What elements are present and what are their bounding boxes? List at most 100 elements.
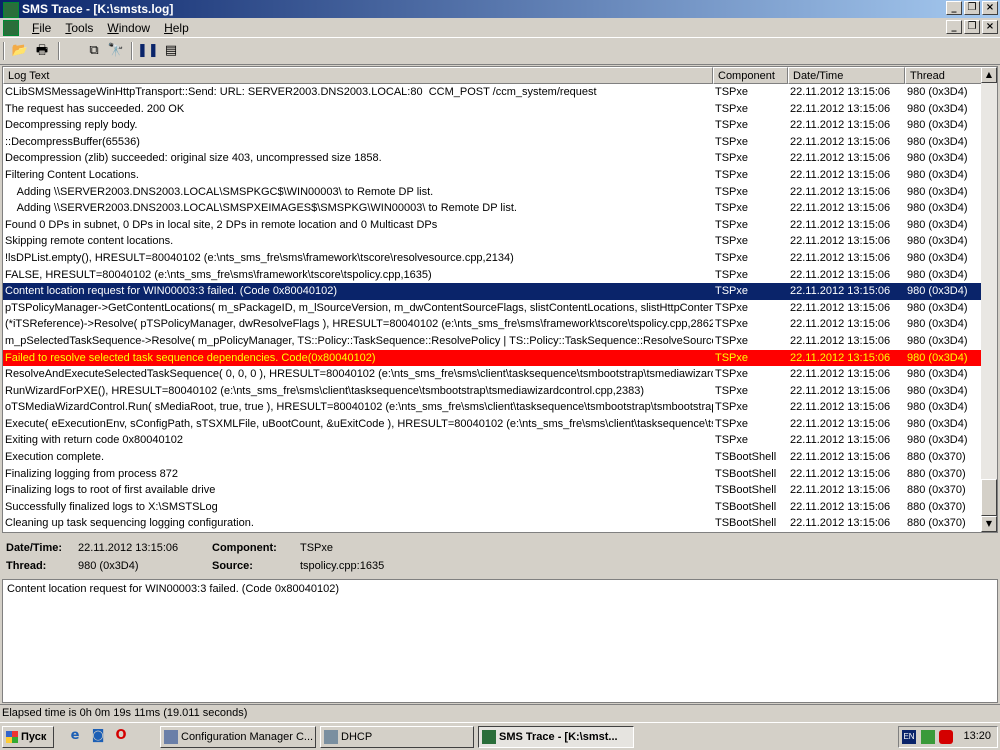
log-row[interactable]: CLibSMSMessageWinHttpTransport::Send: UR… [3,84,983,101]
language-indicator[interactable]: EN [902,730,916,744]
log-scrollbar[interactable]: ▲ ▼ [981,67,997,532]
log-row[interactable]: The request has succeeded. 200 OK TSPxe 22… [3,101,983,118]
component-cell: TSPxe [715,86,749,98]
component-cell: TSPxe [715,135,749,148]
log-text-cell: Filtering Content Locations. [5,168,139,181]
component-cell: TSPxe [715,152,749,165]
scroll-up-button[interactable]: ▲ [981,67,997,83]
log-row[interactable]: Decompressing reply body. TSPxe 22.11.2012… [3,117,983,134]
log-row[interactable]: Decompression (zlib) succeeded: original… [3,150,983,167]
log-row[interactable]: Successfully finalized logs to X:\SMSTSL… [3,499,983,516]
taskbar: Пуск e ◙ O Configuration Manager C... DH… [0,722,1000,750]
close-button[interactable]: × [982,1,998,15]
message-textbox[interactable]: Content location request for WIN00003:3 … [2,579,998,703]
clock[interactable]: 13:20 [963,730,991,742]
component-cell: TSPxe [715,351,749,364]
find-icon[interactable]: 🔭 [106,41,126,61]
antivirus-icon[interactable] [939,730,953,744]
log-text-cell: Content location request for WIN00003:3 … [5,285,338,298]
component-cell: TSPxe [715,251,749,264]
log-row[interactable]: Execute( eExecutionEnv, sConfigPath, sTS… [3,416,983,433]
minimize-button[interactable]: _ [946,1,962,15]
task-sms-trace[interactable]: SMS Trace - [K:\smst... [478,726,634,748]
component-cell: TSPxe [715,318,749,331]
column-log-text[interactable]: Log Text [3,67,713,84]
log-text-cell: m_pSelectedTaskSequence->Resolve( m_pPol… [5,334,713,347]
task-dhcp[interactable]: DHCP [320,726,474,748]
column-datetime[interactable]: Date/Time [788,67,905,84]
scroll-down-button[interactable]: ▼ [981,516,997,532]
log-row[interactable]: ResolveAndExecuteSelectedTaskSequence( 0… [3,366,983,383]
log-row[interactable]: Failed to resolve selected task sequence… [3,349,983,367]
copy-icon[interactable]: ⧉ [84,41,104,61]
menu-tools[interactable]: Tools [58,21,100,35]
datetime-cell: 22.11.2012 13:15:06 [790,202,891,215]
task-configuration-manager[interactable]: Configuration Manager C... [160,726,316,748]
log-row[interactable]: Finalizing logging from process 872 TSBoo… [3,466,983,483]
thread-cell: 980 (0x3D4) [907,251,968,264]
log-row[interactable]: Adding \\SERVER2003.DNS2003.LOCAL\SMSPXE… [3,200,983,217]
log-list[interactable]: Log Text Component Date/Time Thread CLib… [2,66,998,533]
print-icon[interactable]: 🖶 [32,41,52,61]
log-row[interactable]: Execution complete. TSBootShell 22.11.2012… [3,449,983,466]
column-component[interactable]: Component [713,67,788,84]
log-text-cell: Finalizing logging from process 872 [5,467,179,480]
datetime-cell: 22.11.2012 13:15:06 [790,268,891,281]
log-row[interactable]: Cleaning up task sequencing logging conf… [3,515,983,532]
toolbar-grip [3,42,5,60]
component-cell: TSPxe [715,185,749,198]
log-row[interactable]: Finalizing logs to root of first availab… [3,482,983,499]
windows-logo-icon [6,731,18,743]
network-icon[interactable] [921,730,935,744]
start-label: Пуск [21,731,47,743]
thread-cell: 980 (0x3D4) [907,285,968,298]
log-row[interactable]: Content location request for WIN00003:3 … [3,283,983,300]
ie-icon[interactable]: e [66,727,84,745]
log-row[interactable]: RunWizardForPXE(), HRESULT=80040102 (e:\… [3,383,983,400]
datetime-cell: 22.11.2012 13:15:06 [790,451,891,464]
log-row[interactable]: Found 0 DPs in subnet, 0 DPs in local si… [3,217,983,234]
menu-file[interactable]: File [25,21,58,35]
thread-cell: 980 (0x3D4) [907,168,968,181]
datetime-cell: 22.11.2012 13:15:06 [790,401,891,414]
doc-close-button[interactable]: × [982,20,998,34]
log-text-cell: Cleaning up task sequencing logging conf… [5,517,254,530]
log-row[interactable]: oTSMediaWizardControl.Run( sMediaRoot, t… [3,399,983,416]
column-thread[interactable]: Thread [905,67,983,84]
desktop-icon[interactable]: ◙ [89,727,107,745]
menu-help[interactable]: Help [157,21,196,35]
toolbar: 📂 🖶 ⧉ 🔭 ❚❚ ▤ [0,38,1000,65]
log-row[interactable]: FALSE, HRESULT=80040102 (e:\nts_sms_fre\… [3,267,983,284]
doc-minimize-button[interactable]: _ [946,20,962,34]
sms-trace-icon [482,730,496,744]
restore-button[interactable]: ❐ [964,1,980,15]
pause-icon[interactable]: ❚❚ [137,41,159,61]
document-window-controls: _ ❐ × [946,20,998,34]
thread-cell: 980 (0x3D4) [907,268,968,281]
log-row[interactable]: ::DecompressBuffer(65536) TSPxe 22.11.2012… [3,134,983,151]
log-row[interactable]: (*iTSReference)->Resolve( pTSPolicyManag… [3,316,983,333]
datetime-label: Date/Time: [6,542,63,554]
opera-icon[interactable]: O [112,727,130,745]
title-bar[interactable]: SMS Trace - [K:\smsts.log] _ ❐ × [0,0,1000,18]
scroll-thumb[interactable] [981,479,997,516]
start-button[interactable]: Пуск [2,726,54,748]
menu-window[interactable]: Window [100,21,157,35]
log-row[interactable]: pTSPolicyManager->GetContentLocations( m… [3,300,983,317]
thread-cell: 980 (0x3D4) [907,102,968,115]
log-row[interactable]: !lsDPList.empty(), HRESULT=80040102 (e:\… [3,250,983,267]
log-text-cell: Execute( eExecutionEnv, sConfigPath, sTS… [5,417,713,430]
log-row[interactable]: Exiting with return code 0x80040102 TSPxe… [3,432,983,449]
view-icon[interactable]: ▤ [161,41,181,61]
log-row[interactable]: Skipping remote content locations. TSPxe 2… [3,233,983,250]
doc-restore-button[interactable]: ❐ [964,20,980,34]
log-row[interactable]: Adding \\SERVER2003.DNS2003.LOCAL\SMSPKG… [3,184,983,201]
log-text-cell: Exiting with return code 0x80040102 [5,434,183,447]
log-text-cell: Decompressing reply body. [5,119,138,132]
open-icon[interactable]: 📂 [10,41,30,61]
datetime-cell: 22.11.2012 13:15:06 [790,417,891,430]
log-row[interactable]: Filtering Content Locations. TSPxe 22.11.2… [3,167,983,184]
log-row[interactable]: m_pSelectedTaskSequence->Resolve( m_pPol… [3,333,983,350]
document-icon[interactable] [3,20,19,36]
thread-cell: 980 (0x3D4) [907,185,968,198]
